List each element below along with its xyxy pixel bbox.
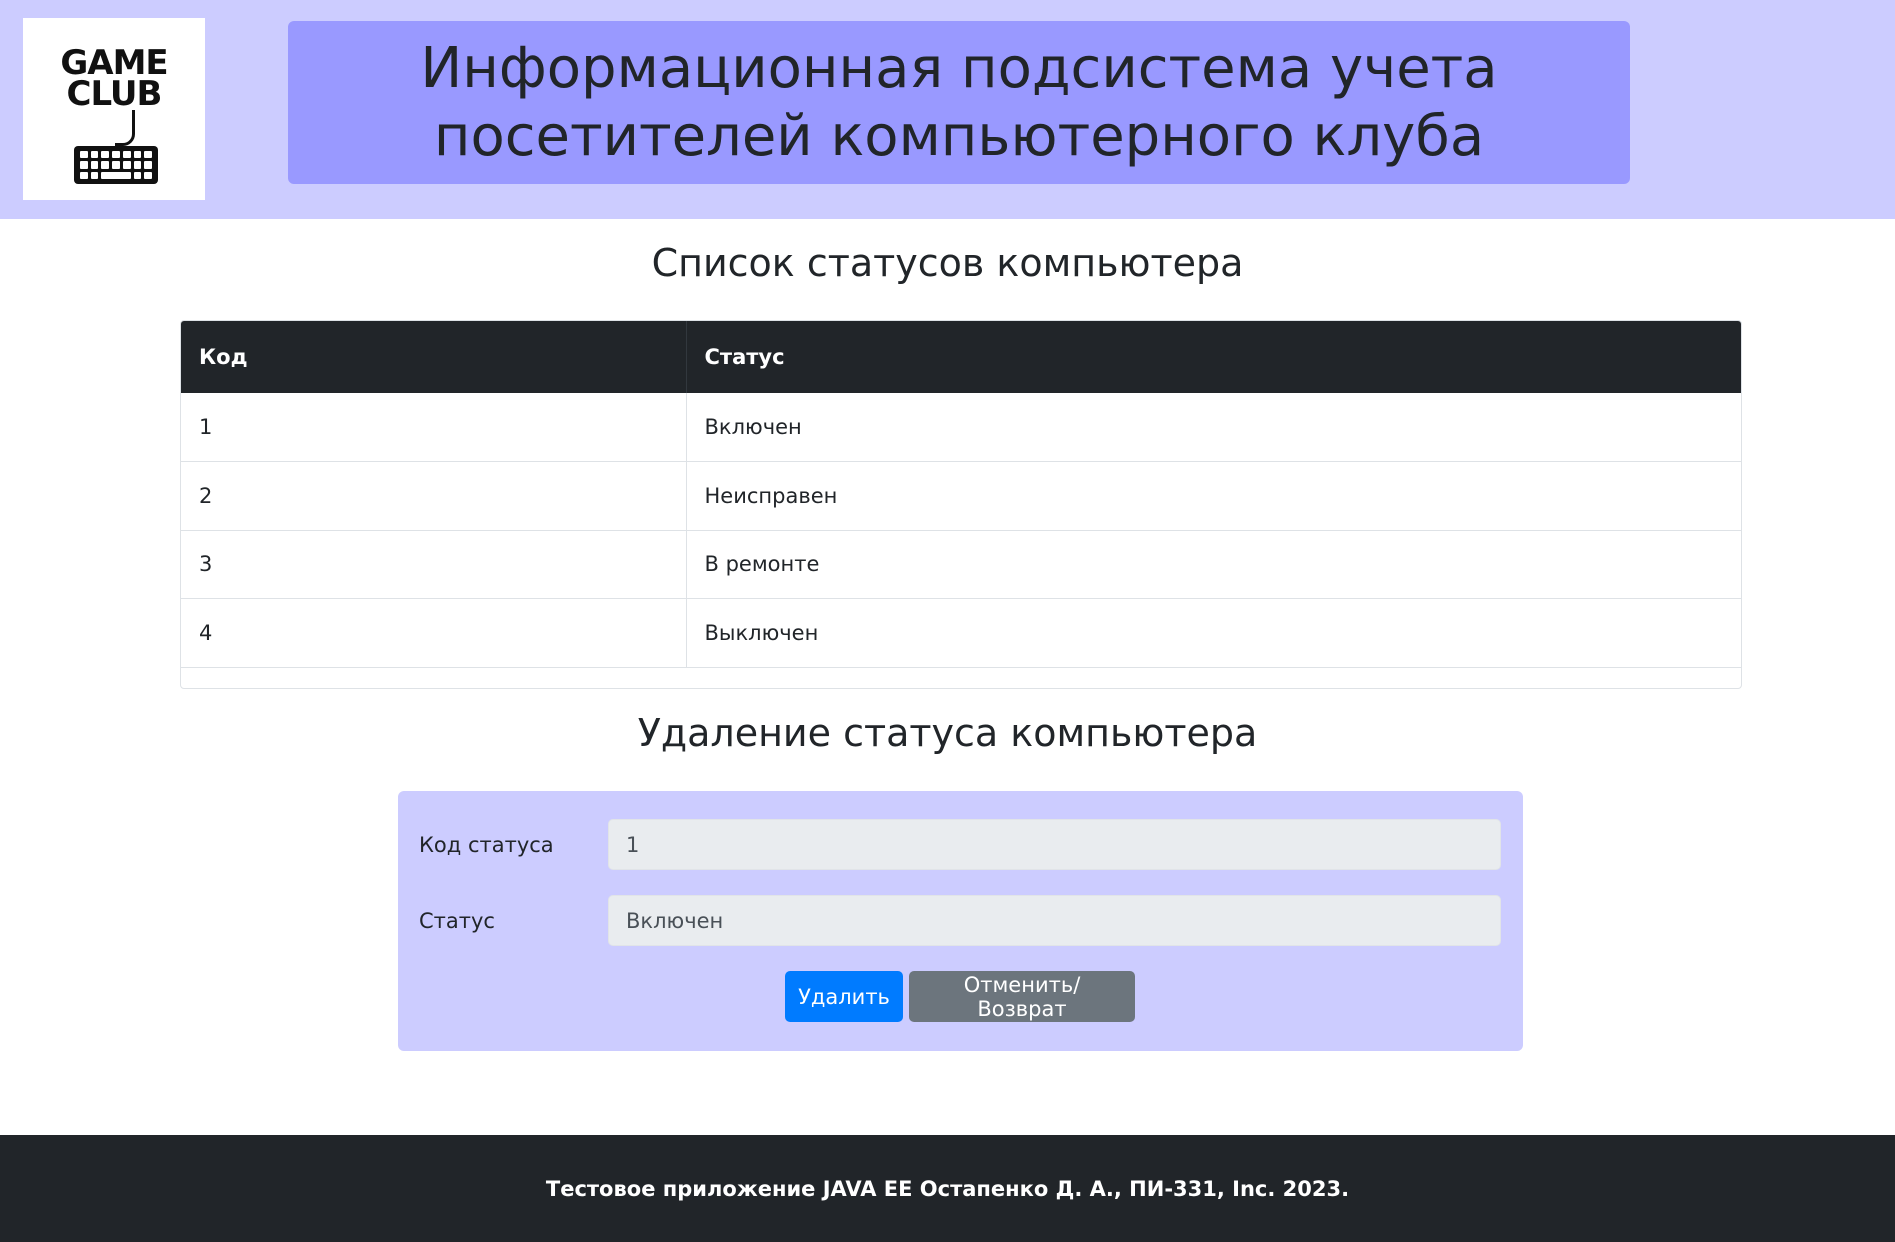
table-row[interactable]: 1 Включен [181, 393, 1741, 462]
code-field[interactable] [608, 819, 1501, 870]
status-table: Код Статус 1 Включен 2 Неисправен 3 В ре… [180, 320, 1742, 689]
logo[interactable]: GAME CLUB [23, 18, 205, 200]
cell-status: В ремонте [686, 530, 1741, 599]
keyboard-cable [115, 110, 135, 146]
column-header-code: Код [181, 321, 687, 393]
cell-status: Включен [686, 393, 1741, 462]
logo-text: GAME CLUB [23, 46, 205, 114]
delete-button[interactable]: Удалить [785, 971, 903, 1022]
footer-text: Тестовое приложение JAVA EE Остапенко Д.… [545, 1176, 1350, 1201]
cell-code: 1 [181, 393, 687, 462]
form-title: Удаление статуса компьютера [637, 711, 1258, 755]
cell-code: 4 [181, 598, 687, 668]
status-field[interactable] [608, 895, 1501, 946]
table-row[interactable]: 2 Неисправен [181, 461, 1741, 531]
cell-status: Неисправен [686, 461, 1741, 531]
keyboard-icon [74, 146, 158, 184]
delete-status-form: Код статуса Статус Удалить Отменить/Возв… [398, 791, 1523, 1051]
cell-code: 2 [181, 461, 687, 531]
status-label: Статус [419, 909, 495, 933]
column-header-status: Статус [686, 321, 1741, 393]
header: GAME CLUB Информационная подсистема учет… [0, 0, 1895, 219]
table-title: Список статусов компьютера [651, 241, 1244, 285]
cell-status: Выключен [686, 598, 1741, 668]
table-row[interactable]: 3 В ремонте [181, 530, 1741, 599]
logo-line-2: CLUB [66, 74, 163, 114]
table-row[interactable]: 4 Выключен [181, 598, 1741, 668]
page-title: Информационная подсистема учета посетите… [288, 21, 1630, 184]
table-header-row: Код Статус [181, 321, 1741, 393]
cancel-button[interactable]: Отменить/Возврат [909, 971, 1135, 1022]
footer: Тестовое приложение JAVA EE Остапенко Д.… [0, 1135, 1895, 1242]
cell-code: 3 [181, 530, 687, 599]
code-label: Код статуса [419, 833, 554, 857]
